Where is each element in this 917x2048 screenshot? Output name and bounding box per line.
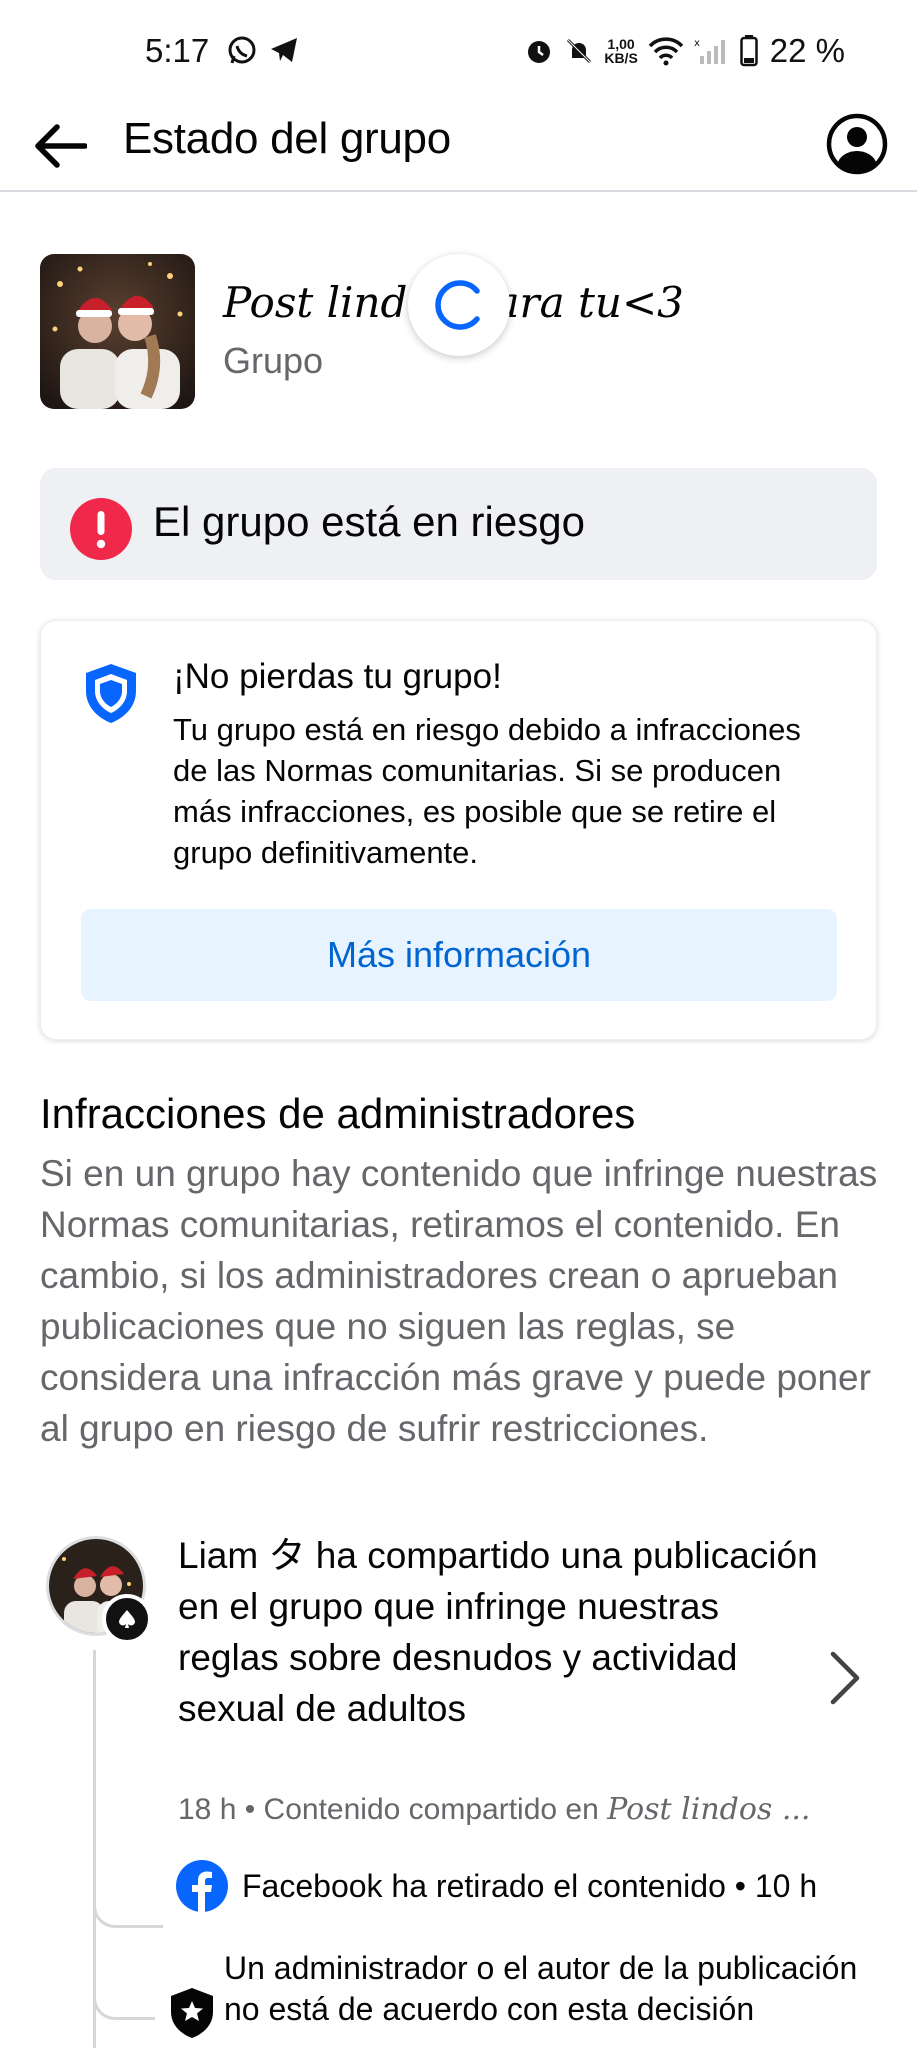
battery-icon [740,35,758,67]
shield-icon [86,664,136,723]
spade-icon [119,1610,135,1628]
muted-bell-icon [567,38,592,64]
more-info-button[interactable]: Más información [81,909,837,1001]
chevron-right-icon[interactable] [825,1648,865,1708]
telegram-icon [271,38,297,62]
risk-banner: El grupo está en riesgo [40,468,877,580]
violation-meta: 18 h • Contenido compartido en Post lind… [178,1792,810,1827]
status-bar: 5:17 1,00 KB/S x 22 % [0,0,917,110]
signal-icon: x [694,38,725,64]
violation-text: Liam タ ha compartido una publicación en … [178,1535,818,1729]
speed-value: 1,00 [607,36,635,52]
profile-button[interactable] [825,112,889,176]
user-avatar-wrap [46,1536,152,1644]
arrow-left-icon [35,124,87,168]
removed-text: Facebook ha retirado el contenido • 10 h [242,1867,818,1904]
group-header[interactable]: Post lindos para tu<3 Grupo [40,254,880,409]
facebook-logo-icon [176,1860,228,1912]
loading-spinner [408,254,510,356]
back-button[interactable] [30,116,90,176]
svg-text:x: x [694,38,700,49]
section-description: Si en un grupo hay contenido que infring… [40,1153,878,1449]
loading-icon [435,280,480,330]
warning-card: ¡No pierdas tu grupo! Tu grupo está en r… [40,620,877,1040]
group-avatar [40,254,195,409]
violation-meta-group: Post lindos ... [607,1792,811,1827]
alarm-icon [528,41,551,63]
violation-item[interactable]: Liam タ ha compartido una publicación en … [40,1530,885,2048]
whatsapp-icon [228,36,256,64]
network-speed: 1,00 KB/S [604,37,637,65]
battery-percent: 22 % [769,32,845,69]
shield-star-icon [171,1988,213,2038]
user-badge [102,1594,152,1644]
risk-text: El grupo está en riesgo [153,498,585,545]
page-title: Estado del grupo [123,114,451,163]
removed-row: Facebook ha retirado el contenido • 10 h [176,1860,817,1912]
status-right-icons: 1,00 KB/S x 22 % [524,32,845,70]
speed-unit: KB/S [604,50,638,66]
timeline-branch [93,1956,155,2020]
group-type: Grupo [223,340,324,381]
violation-meta-prefix: 18 h • Contenido compartido en [178,1793,608,1826]
warning-body: Tu grupo está en riesgo debido a infracc… [173,712,801,870]
app-bar: Estado del grupo [0,100,917,192]
status-left-icons [226,34,300,66]
status-time: 5:17 [145,32,210,69]
section-title: Infracciones de administradores [40,1090,636,1137]
wifi-icon [648,37,684,66]
exclamation-circle-icon [70,498,132,560]
appeal-text: Un administrador o el autor de la public… [224,1950,858,2027]
warning-title: ¡No pierdas tu grupo! [173,657,502,696]
timeline-branch [93,1868,163,1928]
user-circle-icon [826,113,888,175]
